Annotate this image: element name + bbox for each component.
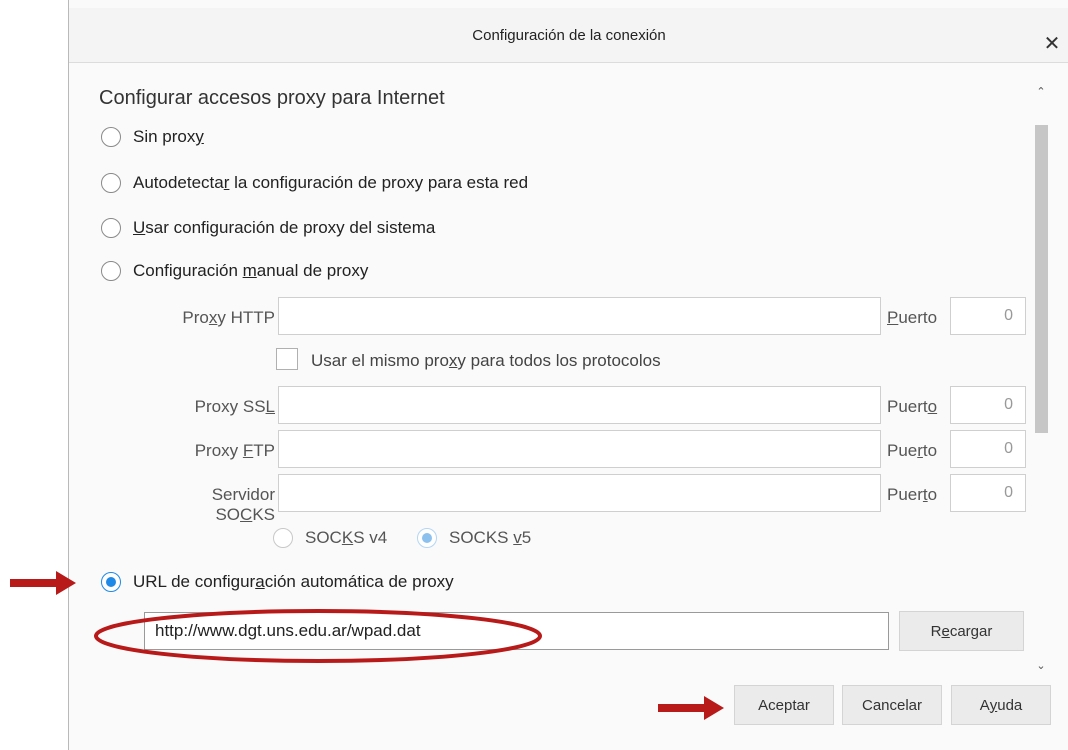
radio-no-proxy[interactable]: Sin proxy bbox=[101, 127, 204, 147]
radio-label: Autodetectar la configuración de proxy p… bbox=[133, 173, 529, 192]
http-proxy-label: Proxy HTTP bbox=[182, 308, 275, 327]
radio-label: Configuración manual de proxy bbox=[133, 261, 369, 280]
http-port-label: Puerto bbox=[887, 308, 938, 327]
http-proxy-input[interactable] bbox=[278, 297, 881, 335]
chevron-down-icon[interactable]: ⌄ bbox=[1033, 657, 1049, 673]
ftp-port-input[interactable]: 0 bbox=[950, 430, 1026, 468]
radio-autodetect[interactable]: Autodetectar la configuración de proxy p… bbox=[101, 173, 528, 193]
title-bar: Configuración de la conexión ✕ bbox=[69, 8, 1068, 63]
radio-button[interactable] bbox=[417, 528, 437, 548]
radio-label: Sin proxy bbox=[133, 127, 204, 146]
radio-button[interactable] bbox=[101, 127, 121, 147]
http-port-input[interactable]: 0 bbox=[950, 297, 1026, 335]
socks-host-input[interactable] bbox=[278, 474, 881, 512]
radio-manual-proxy[interactable]: Configuración manual de proxy bbox=[101, 261, 368, 281]
annotation-arrow-icon bbox=[658, 696, 724, 720]
ftp-proxy-input[interactable] bbox=[278, 430, 881, 468]
radio-auto-config-url[interactable]: URL de configuración automática de proxy bbox=[101, 572, 454, 592]
radio-button[interactable] bbox=[101, 218, 121, 238]
radio-button[interactable] bbox=[101, 261, 121, 281]
ftp-proxy-label: Proxy FTP bbox=[194, 441, 275, 460]
socks-port-input[interactable]: 0 bbox=[950, 474, 1026, 512]
radio-button[interactable] bbox=[101, 173, 121, 193]
scrollbar[interactable]: ⌃ ⌄ bbox=[1033, 83, 1049, 673]
ssl-port-input[interactable]: 0 bbox=[950, 386, 1026, 424]
radio-label: Usar configuración de proxy del sistema bbox=[133, 218, 436, 237]
cancel-button[interactable]: Cancelar bbox=[842, 685, 942, 725]
radio-label: SOCKS v5 bbox=[449, 528, 532, 547]
radio-socks-v5[interactable]: SOCKS v5 bbox=[417, 528, 531, 548]
socks-host-label: Servidor SOCKS bbox=[211, 485, 275, 524]
ssl-port-label: Puerto bbox=[887, 397, 938, 416]
annotation-ellipse bbox=[94, 609, 542, 663]
dialog-title: Configuración de la conexión bbox=[472, 26, 666, 44]
same-proxy-label: Usar el mismo proxy para todos los proto… bbox=[311, 351, 661, 370]
reload-button[interactable]: Re cargar bbox=[899, 611, 1024, 651]
section-title: Configurar accesos proxy para Internet bbox=[99, 87, 445, 109]
ssl-proxy-input[interactable] bbox=[278, 386, 881, 424]
socks-port-label: Puerto bbox=[887, 485, 938, 504]
radio-system-proxy[interactable]: Usar configuración de proxy del sistema bbox=[101, 218, 435, 238]
close-icon[interactable]: ✕ bbox=[1037, 28, 1067, 58]
annotation-arrow-icon bbox=[10, 571, 76, 595]
radio-button[interactable] bbox=[101, 572, 121, 592]
radio-label: SOCKS v4 bbox=[305, 528, 388, 547]
ok-button[interactable]: Aceptar bbox=[734, 685, 834, 725]
radio-socks-v4[interactable]: SOCKS v4 bbox=[273, 528, 387, 548]
ftp-port-label: Puerto bbox=[887, 441, 938, 460]
help-button[interactable]: Ay uda bbox=[951, 685, 1051, 725]
same-proxy-checkbox[interactable] bbox=[276, 348, 298, 370]
scrollbar-thumb[interactable] bbox=[1035, 125, 1048, 433]
radio-label: URL de configuración automática de proxy bbox=[133, 572, 454, 591]
chevron-up-icon[interactable]: ⌃ bbox=[1033, 83, 1049, 99]
radio-button[interactable] bbox=[273, 528, 293, 548]
ssl-proxy-label: Proxy SSL bbox=[194, 397, 275, 416]
